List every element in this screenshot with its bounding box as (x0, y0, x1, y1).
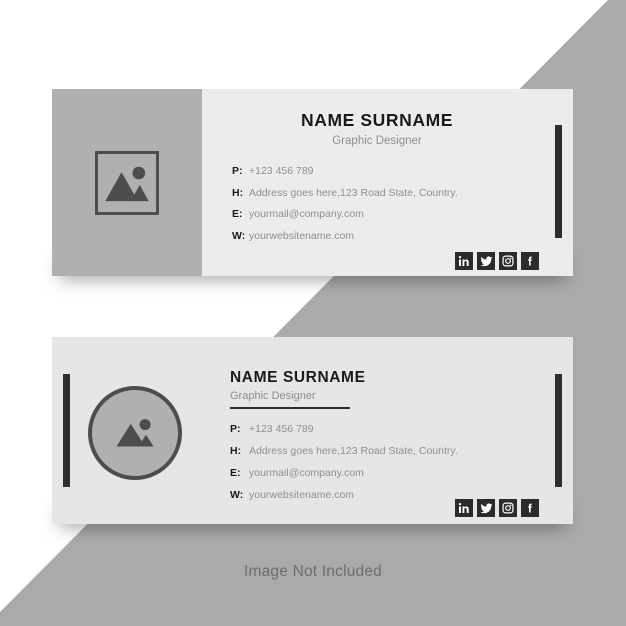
facebook-glyph (528, 503, 532, 513)
card-1-role: Graphic Designer (332, 135, 422, 147)
card-1-accent-bar-right (555, 125, 562, 238)
card-1-contact-row-email: E: yourmail@company.com (232, 204, 458, 226)
card-2-contact-row-website: W: yourwebsitename.com (230, 484, 458, 506)
card-1-name: NAME SURNAME (300, 110, 454, 130)
design-canvas: NAME SURNAME Graphic Designer P: +123 45… (0, 0, 626, 626)
card-1-contact-row-website: W: yourwebsitename.com (232, 226, 458, 248)
facebook-icon[interactable] (521, 499, 539, 517)
card-1-contact-value-address[interactable]: Address goes here,123 Road State, Countr… (249, 183, 458, 205)
card-2-contact-value-phone[interactable]: +123 456 789 (249, 418, 458, 440)
card-2-role: Graphic Designer (230, 390, 316, 402)
card-1-contact-row-phone: P: +123 456 789 (232, 161, 458, 183)
image-placeholder-icon (95, 150, 159, 215)
linkedin-icon[interactable] (455, 252, 473, 270)
card-1-contact-value-email[interactable]: yourmail@company.com (249, 204, 458, 226)
linkedin-glyph (458, 502, 469, 513)
instagram-icon[interactable] (499, 252, 517, 270)
card-2-contact-value-address[interactable]: Address goes here,123 Road State, Countr… (249, 440, 458, 462)
image-not-included-note: Image Not Included (243, 563, 382, 580)
card-2-accent-bar-left (63, 374, 70, 487)
card-2-contact-row-email: E: yourmail@company.com (230, 462, 458, 484)
instagram-icon[interactable] (499, 499, 517, 517)
card-1-contact-value-phone[interactable]: +123 456 789 (249, 161, 458, 183)
twitter-icon[interactable] (477, 252, 495, 270)
card-1-contact-key-phone: P: (232, 165, 243, 177)
card-2-text-block: NAME SURNAME Graphic Designer P: +123 45… (230, 369, 560, 506)
card-1-contact-list: P: +123 456 789 H: Address goes here,123… (202, 161, 552, 247)
card-2-contact-key-phone: P: (230, 423, 241, 435)
card-1-image-panel (52, 89, 202, 276)
card-1-contact-key-address: H: (232, 186, 244, 199)
card-1-contact-key-email: E: (232, 208, 243, 220)
instagram-glyph (502, 502, 514, 514)
card-2-divider (230, 407, 350, 409)
card-2-social-links (455, 499, 539, 517)
card-1-social-links (455, 252, 539, 270)
card-2-contact-key-address: H: (230, 445, 242, 457)
card-2-contact-value-email[interactable]: yourmail@company.com (249, 462, 458, 484)
card-1-text-block: NAME SURNAME Graphic Designer P: +123 45… (202, 110, 552, 247)
twitter-glyph (480, 502, 492, 513)
image-placeholder-glyph (116, 419, 154, 447)
image-placeholder-icon (88, 386, 182, 480)
card-2-name: NAME SURNAME (230, 369, 366, 386)
card-1-contact-value-website[interactable]: yourwebsitename.com (249, 226, 458, 248)
card-1-contact-row-address: H: Address goes here,123 Road State, Cou… (232, 183, 458, 205)
card-2-contact-row-address: H: Address goes here,123 Road State, Cou… (230, 440, 458, 462)
card-2-contact-list: P: +123 456 789 H: Address goes here,123… (230, 418, 560, 506)
linkedin-icon[interactable] (455, 499, 473, 517)
card-2-contact-value-website[interactable]: yourwebsitename.com (249, 484, 458, 506)
facebook-icon[interactable] (521, 252, 539, 270)
card-2-contact-key-email: E: (230, 467, 241, 479)
facebook-glyph (528, 256, 532, 266)
image-placeholder-glyph (105, 166, 149, 201)
card-2-contact-key-website: W: (230, 489, 244, 501)
card-1-contact-key-website: W: (232, 229, 246, 242)
instagram-glyph (502, 255, 514, 267)
card-2-contact-row-phone: P: +123 456 789 (230, 418, 458, 440)
linkedin-glyph (458, 255, 469, 266)
twitter-glyph (480, 255, 492, 266)
twitter-icon[interactable] (477, 499, 495, 517)
